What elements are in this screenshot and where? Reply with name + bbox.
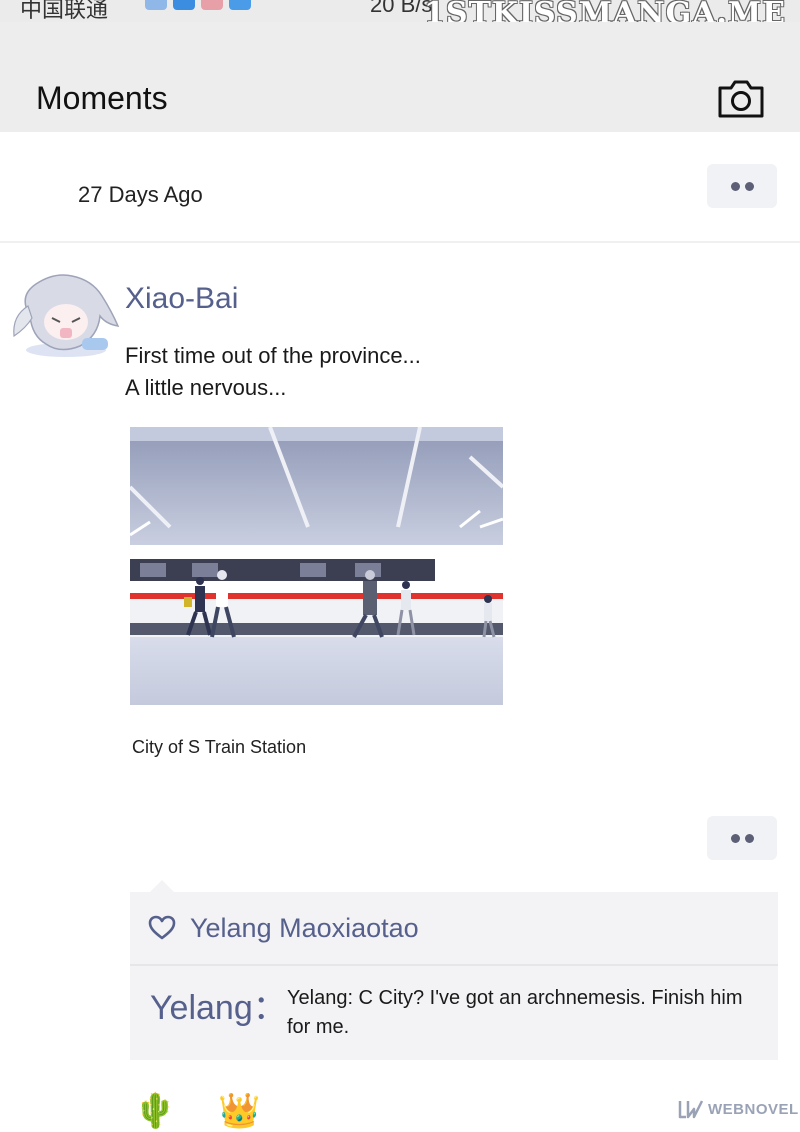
- camera-button[interactable]: [716, 78, 766, 120]
- more-dots-icon: [745, 834, 754, 843]
- camera-icon: [718, 80, 764, 118]
- status-bar: 中国联通 20 B/s 1STKISSMANGA.ME: [0, 0, 800, 22]
- section-divider: [0, 241, 800, 243]
- status-icons: [145, 0, 251, 10]
- date-section: 27 Days Ago: [0, 132, 800, 242]
- crown-emoji[interactable]: 👑: [218, 1090, 260, 1132]
- notification-icon: [201, 0, 223, 10]
- post-date: 27 Days Ago: [78, 182, 203, 207]
- network-speed: 20 B/s: [370, 0, 433, 17]
- webnovel-logo: WEBNOVEL: [678, 1098, 799, 1120]
- more-dots-icon: [745, 182, 754, 191]
- post-actions-button[interactable]: [707, 816, 777, 860]
- more-dots-icon: [731, 182, 740, 191]
- watermark: 1STKISSMANGA.ME: [424, 0, 786, 22]
- likes-row: Yelang Maoxiaotao: [148, 910, 419, 946]
- comment-box-pointer: [150, 880, 174, 892]
- moments-header: Moments: [0, 22, 800, 132]
- likes-comments-box: Yelang Maoxiaotao Yelang： Yelang: C City…: [130, 892, 778, 1060]
- avatar[interactable]: [10, 266, 122, 360]
- notification-icon: [173, 0, 195, 10]
- page-title: Moments: [36, 80, 168, 116]
- comment-author[interactable]: Yelang：: [150, 980, 287, 1029]
- heart-icon: [148, 915, 176, 940]
- post-author[interactable]: Xiao-Bai: [125, 282, 238, 316]
- carrier-label: 中国联通: [20, 0, 109, 22]
- notification-icon: [145, 0, 167, 10]
- post-text-line: A little nervous...: [125, 375, 287, 400]
- post-image[interactable]: [128, 426, 505, 705]
- comment-divider: [130, 964, 778, 966]
- post-text-line: First time out of the province...: [125, 343, 421, 368]
- brand-text: WEBNOVEL: [708, 1100, 799, 1118]
- post-text: First time out of the province... A litt…: [125, 340, 421, 404]
- cactus-emoji[interactable]: 🌵: [134, 1090, 176, 1132]
- notification-icon: [229, 0, 251, 10]
- more-options-button[interactable]: [707, 164, 777, 208]
- likes-names[interactable]: Yelang Maoxiaotao: [190, 913, 419, 944]
- comment-text: Yelang: C City? I've got an archnemesis.…: [287, 987, 743, 1038]
- bottom-area: [0, 1062, 800, 1132]
- more-dots-icon: [731, 834, 740, 843]
- webnovel-logo-icon: [678, 1100, 704, 1119]
- location-label[interactable]: City of S Train Station: [132, 737, 306, 758]
